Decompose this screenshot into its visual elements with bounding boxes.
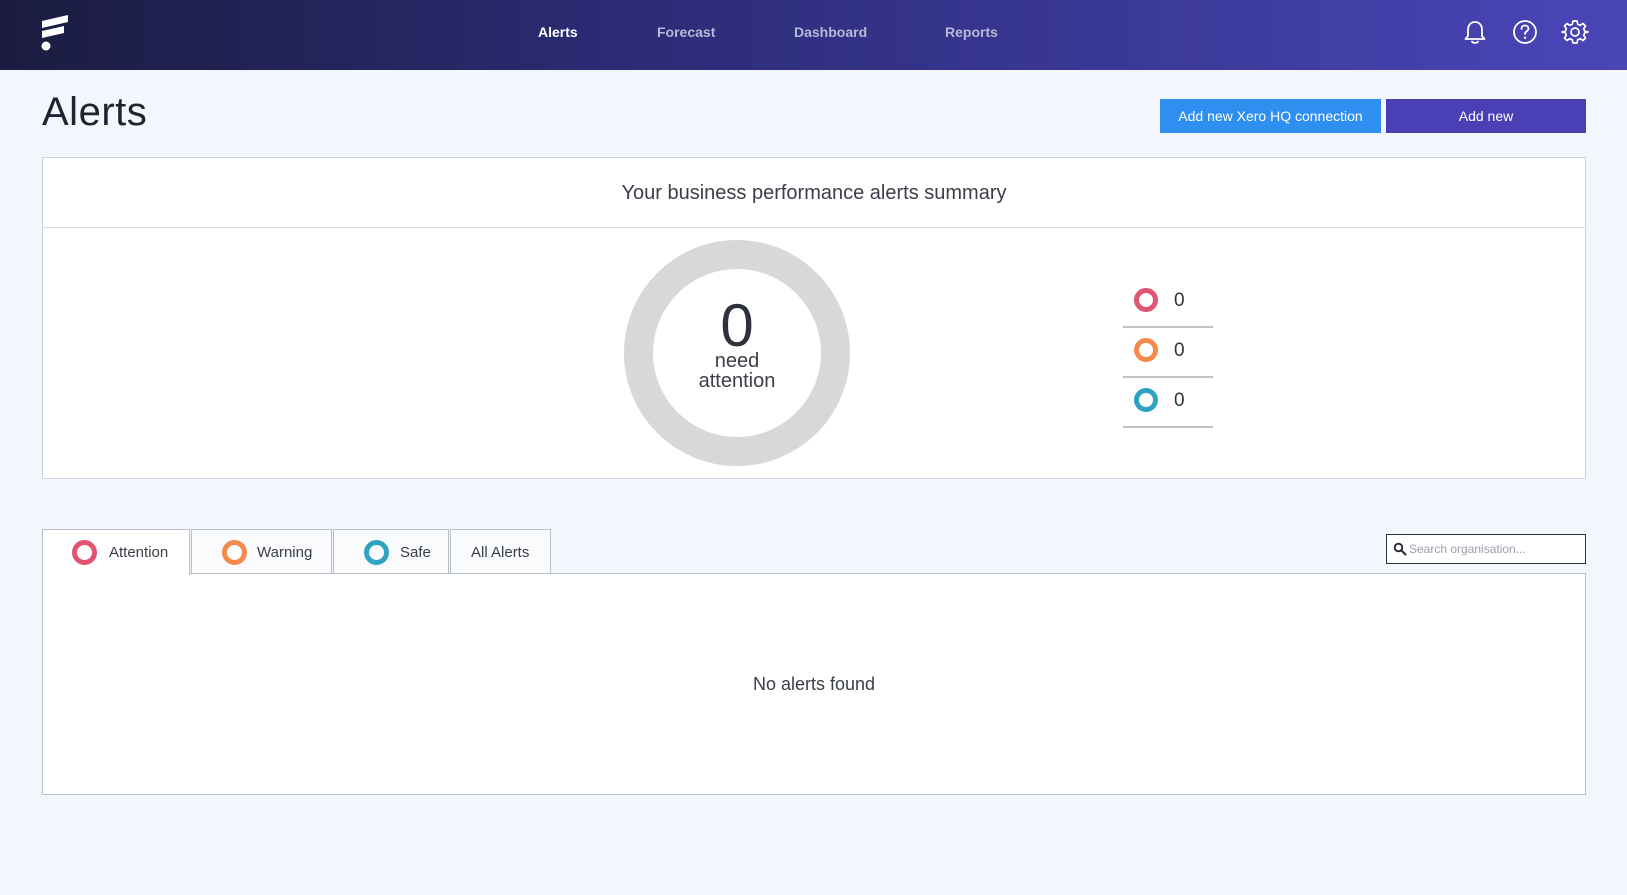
legend-row-warning: 0: [1123, 328, 1213, 378]
attention-total-label: need attention: [653, 351, 821, 391]
search-organisation-input[interactable]: [1409, 537, 1583, 561]
attention-label-line-1: need: [714, 350, 760, 372]
main-nav: Alerts Forecast Dashboard Reports: [0, 0, 1627, 70]
gear-icon[interactable]: [1561, 18, 1589, 46]
help-icon[interactable]: [1511, 18, 1539, 46]
tab-attention-label: Attention: [109, 544, 169, 561]
safe-ring-icon: [364, 540, 389, 565]
summary-heading: Your business performance alerts summary: [43, 158, 1585, 228]
tab-safe-label: Safe: [400, 544, 431, 561]
nav-item-alerts[interactable]: Alerts: [538, 24, 578, 40]
attention-count: 0: [1174, 290, 1185, 311]
tab-warning-label: Warning: [257, 544, 313, 561]
status-legend: 0 0 0: [1123, 278, 1213, 428]
alerts-summary-card: Your business performance alerts summary…: [42, 157, 1586, 479]
nav-item-forecast[interactable]: Forecast: [657, 24, 715, 40]
warning-count: 0: [1174, 340, 1185, 361]
top-navigation-bar: Alerts Forecast Dashboard Reports: [0, 0, 1627, 70]
add-new-button[interactable]: Add new: [1386, 99, 1586, 133]
search-icon: [1393, 542, 1407, 556]
bell-icon[interactable]: [1461, 18, 1489, 46]
search-box: [1386, 534, 1586, 564]
warning-ring-icon: [222, 540, 247, 565]
safe-ring-icon: [1134, 388, 1158, 412]
nav-item-reports[interactable]: Reports: [945, 24, 998, 40]
attention-donut: 0 need attention: [624, 240, 850, 466]
legend-row-safe: 0: [1123, 378, 1213, 428]
safe-count: 0: [1174, 390, 1185, 411]
tab-warning[interactable]: Warning: [191, 529, 332, 574]
attention-ring-icon: [1134, 288, 1158, 312]
add-xero-connection-button[interactable]: Add new Xero HQ connection: [1160, 99, 1381, 133]
tab-safe[interactable]: Safe: [333, 529, 449, 574]
legend-row-attention: 0: [1123, 278, 1213, 328]
nav-item-dashboard[interactable]: Dashboard: [794, 24, 867, 40]
alerts-list-panel: No alerts found: [42, 573, 1586, 795]
page-title: Alerts: [42, 90, 148, 134]
attention-ring-icon: [72, 540, 97, 565]
empty-state-message: No alerts found: [752, 674, 876, 694]
tab-all-alerts-label: All Alerts: [471, 544, 530, 561]
tab-all-alerts[interactable]: All Alerts: [450, 529, 551, 574]
attention-label-line-2: attention: [698, 370, 776, 392]
warning-ring-icon: [1134, 338, 1158, 362]
tab-attention[interactable]: Attention: [42, 529, 190, 575]
